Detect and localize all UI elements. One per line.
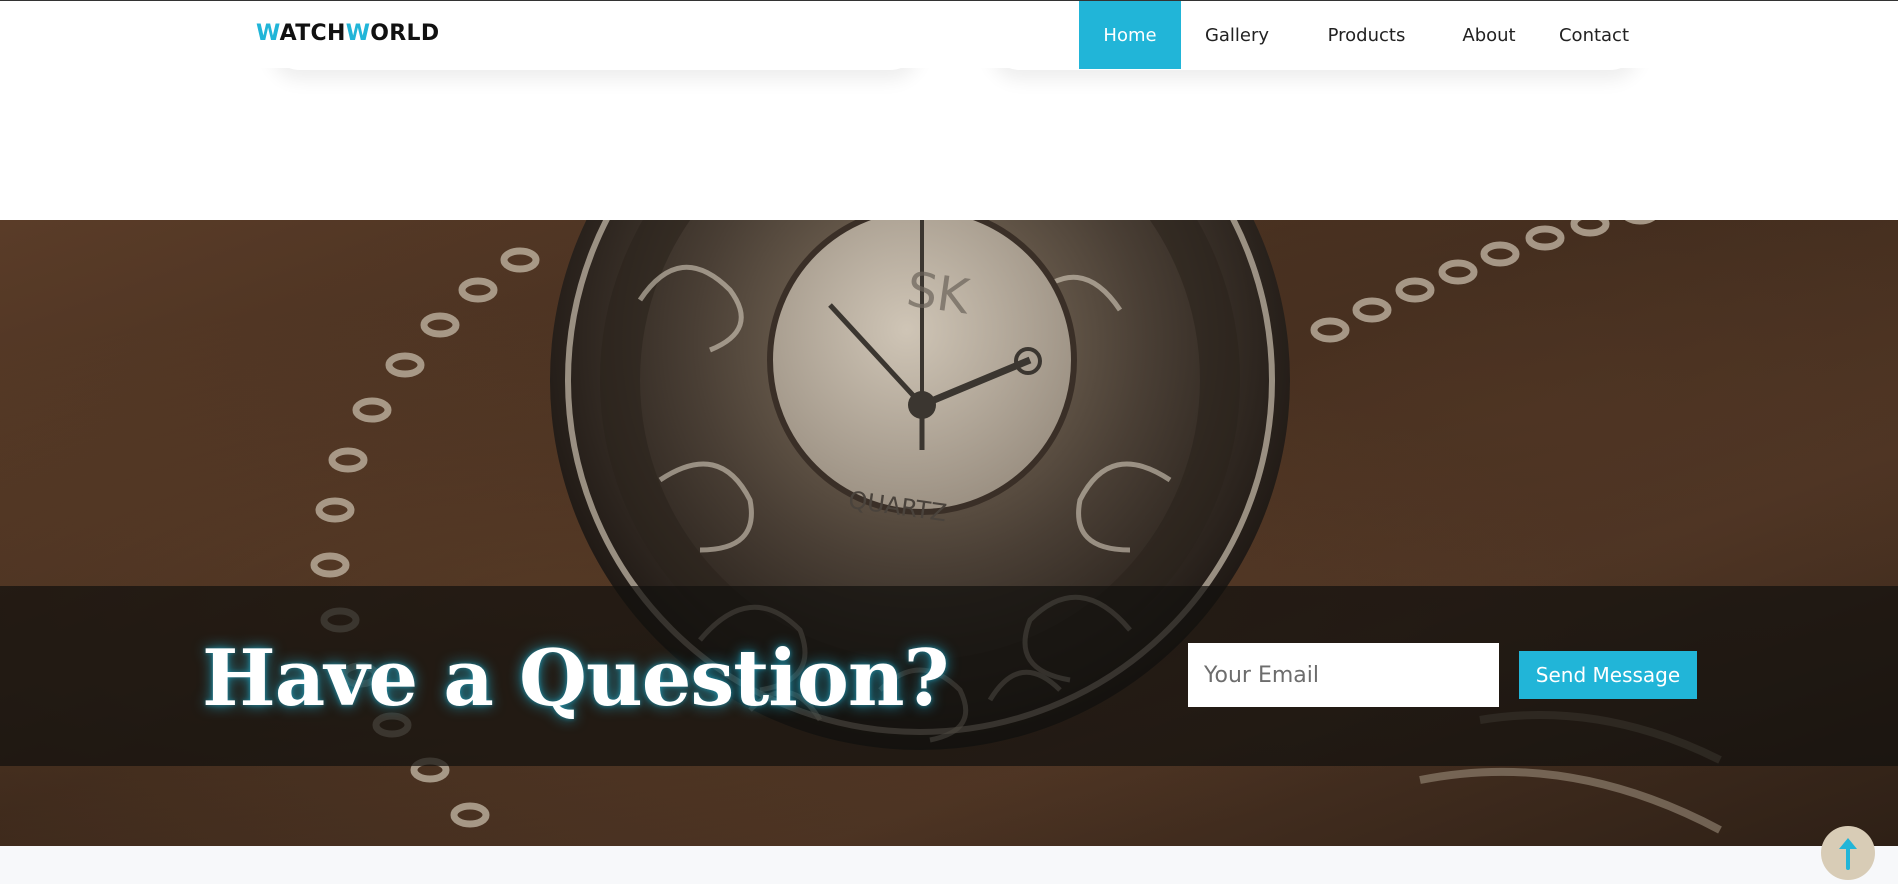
arrow-up-icon [1839,838,1857,870]
logo-text-orld: ORLD [370,21,440,46]
logo-letter-w2: W [345,21,371,46]
nav-contact[interactable]: Contact [1538,1,1650,69]
logo-text-atch: ATCH [279,21,346,46]
watch-brand-text: SK [903,261,974,325]
main-nav: Home Gallery Products About Contact [1079,1,1650,69]
logo-letter-w1: W [256,21,280,46]
nav-products[interactable]: Products [1293,1,1440,69]
nav-gallery[interactable]: Gallery [1181,1,1293,69]
email-input[interactable] [1188,643,1499,707]
nav-about[interactable]: About [1440,1,1538,69]
page-bottom-section [0,846,1898,884]
site-header: WATCHWORLD Home Gallery Products About C… [0,0,1898,69]
send-message-button[interactable]: Send Message [1519,651,1697,699]
question-heading: Have a Question? [202,633,949,724]
site-logo[interactable]: WATCHWORLD [256,21,439,46]
question-section: SK QUARTZ Have a Question? Send Message [0,220,1898,846]
watch-chain-right [1310,220,1656,343]
scroll-to-top-button[interactable] [1821,826,1875,880]
nav-home[interactable]: Home [1079,1,1181,69]
